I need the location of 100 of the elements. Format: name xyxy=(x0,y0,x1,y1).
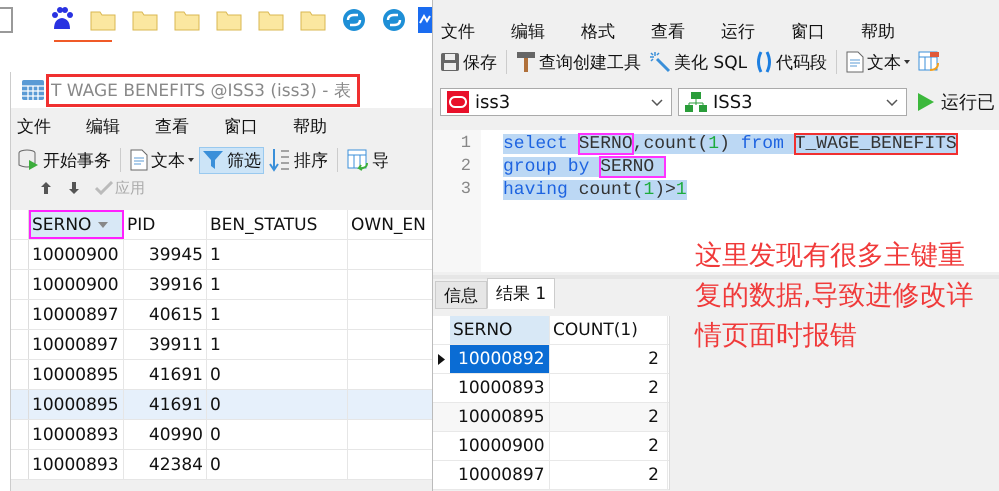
result-tab[interactable]: 结果 1 xyxy=(487,278,556,309)
record-button[interactable] xyxy=(39,181,53,195)
result-tab[interactable]: 信息 xyxy=(435,281,487,309)
menu-item[interactable]: 帮助 xyxy=(293,114,362,138)
table-cell: 10000897 xyxy=(32,334,119,354)
table-cell: 41691 xyxy=(148,394,203,414)
menu-item[interactable]: 编辑 xyxy=(511,20,581,42)
column-header[interactable]: COUNT(1) xyxy=(550,316,668,344)
table-cell: 2 xyxy=(550,461,668,489)
folder-icon[interactable] xyxy=(90,9,116,31)
folder-icon[interactable] xyxy=(216,9,242,31)
table-cell: 1 xyxy=(210,244,221,264)
table-cell: 39911 xyxy=(148,334,203,354)
menu-item[interactable]: 编辑 xyxy=(86,114,155,138)
table-row[interactable]: 10000900 39916 1 xyxy=(11,270,432,300)
swirl-icon[interactable] xyxy=(382,8,406,32)
line-number: 1 xyxy=(460,134,471,153)
connection-icon xyxy=(447,91,469,113)
table-cell: 10000897 xyxy=(32,304,119,324)
hierarchy-icon xyxy=(685,91,707,113)
table-row[interactable]: 10000895 41691 0 xyxy=(11,360,432,390)
column-header[interactable]: PID xyxy=(124,210,207,239)
filter-icon xyxy=(202,149,224,171)
table-cell: 42384 xyxy=(148,454,203,474)
parentheses-icon xyxy=(755,51,774,73)
table-cell: 10000900 xyxy=(32,244,119,264)
menu-item[interactable]: 文件 xyxy=(441,20,511,42)
toolbar-button[interactable]: 文本 xyxy=(127,146,197,174)
row-pointer-icon xyxy=(438,354,445,364)
table-cell: 10000897 xyxy=(450,461,550,489)
table-cell: 40990 xyxy=(148,424,203,444)
checkmark-icon xyxy=(95,181,113,195)
menu-item[interactable]: 窗口 xyxy=(224,114,293,138)
hammer-icon xyxy=(516,51,536,73)
table-row[interactable]: 10000897 40615 1 xyxy=(11,300,432,330)
record-button[interactable] xyxy=(67,181,81,195)
menu-item[interactable]: 查看 xyxy=(651,20,721,42)
schema-select[interactable]: ISS3 xyxy=(678,88,907,116)
folder-icon[interactable] xyxy=(258,9,284,31)
document-icon xyxy=(130,149,148,171)
arrow-down-icon xyxy=(67,181,81,195)
toolbar-button[interactable]: 查询创建工具 xyxy=(513,48,644,76)
menu-item[interactable]: 查看 xyxy=(155,114,224,138)
folder-icon[interactable] xyxy=(300,9,326,31)
table-row[interactable]: 10000897 39911 1 xyxy=(11,330,432,360)
table-cell: 0 xyxy=(210,364,221,384)
table-cell: 2 xyxy=(550,345,668,373)
table-cell: 10000895 xyxy=(32,364,119,384)
menu-item[interactable]: 格式 xyxy=(581,20,651,42)
table-export-icon xyxy=(918,51,940,73)
page-icon[interactable] xyxy=(0,6,14,34)
toolbar-button[interactable]: 文本 xyxy=(843,48,914,76)
table-cell: 10000892 xyxy=(450,345,550,373)
table-row[interactable]: 10000893 42384 0 xyxy=(11,450,432,480)
table-cell: 0 xyxy=(210,424,221,444)
table-cell: 10000893 xyxy=(32,454,119,474)
chevron-down-icon xyxy=(651,98,663,106)
line-number: 3 xyxy=(460,180,471,199)
line-number: 2 xyxy=(460,157,471,176)
database-icon xyxy=(18,149,40,171)
table-cell: 2 xyxy=(550,403,668,431)
table-cell: 41691 xyxy=(148,364,203,384)
menu-item[interactable]: 帮助 xyxy=(861,20,931,42)
play-icon xyxy=(917,92,935,112)
table-cell: 2 xyxy=(550,374,668,402)
folder-icon[interactable] xyxy=(132,9,158,31)
toolbar-button[interactable]: 开始事务 xyxy=(15,146,114,174)
toolbar-button[interactable]: 排序 xyxy=(266,146,331,174)
toolbar-button[interactable]: 代码段 xyxy=(752,48,830,76)
toolbar-button[interactable]: 导 xyxy=(344,146,392,174)
table-cell: 10000895 xyxy=(450,403,550,431)
column-header[interactable]: SERNO xyxy=(29,210,124,239)
run-button[interactable]: 运行已 xyxy=(913,90,999,114)
table-cell: 1 xyxy=(210,274,221,294)
caret-icon xyxy=(188,158,194,162)
table-cell: 39945 xyxy=(148,244,203,264)
sort-caret-icon xyxy=(97,220,110,228)
table-row[interactable]: 10000895 41691 0 xyxy=(11,390,432,420)
connection-select[interactable]: iss3 xyxy=(440,88,672,116)
table-cell: 1 xyxy=(210,334,221,354)
toolbar-button[interactable]: 保存 xyxy=(437,48,500,76)
table-cell: 10000893 xyxy=(450,374,550,402)
table-row[interactable]: 10000900 39945 1 xyxy=(11,240,432,270)
menu-item[interactable]: 文件 xyxy=(17,114,86,138)
magic-wand-icon xyxy=(649,51,671,73)
table-icon xyxy=(21,79,45,101)
app-icon[interactable] xyxy=(418,7,432,33)
menu-item[interactable]: 窗口 xyxy=(791,20,861,42)
toolbar-button[interactable]: 筛选 xyxy=(199,146,264,174)
table-cell: 1 xyxy=(210,304,221,324)
toolbar-button[interactable]: 美化 SQL xyxy=(646,48,750,76)
folder-icon[interactable] xyxy=(174,9,200,31)
table-row[interactable]: 10000893 40990 0 xyxy=(11,420,432,450)
document-icon xyxy=(846,51,864,73)
table-cell: 0 xyxy=(210,454,221,474)
table-cell: 10000893 xyxy=(32,424,119,444)
menu-item[interactable]: 运行 xyxy=(721,20,791,42)
column-header[interactable]: SERNO xyxy=(450,316,550,344)
swirl-icon[interactable] xyxy=(342,8,366,32)
column-header[interactable]: BEN_STATUS xyxy=(207,210,348,239)
